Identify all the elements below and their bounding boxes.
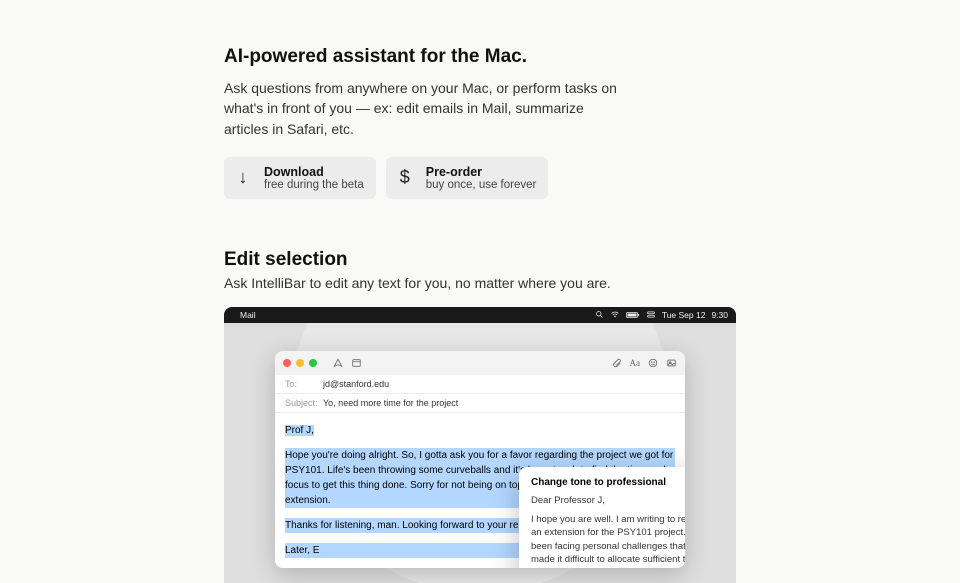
download-icon: ↓	[234, 167, 252, 188]
preorder-title: Pre-order	[426, 165, 537, 179]
zoom-traffic-icon[interactable]	[309, 359, 317, 367]
menubar-app-name: Mail	[240, 310, 256, 320]
format-icon[interactable]: Aa	[630, 358, 641, 368]
mail-body-p1: Prof J,	[285, 425, 314, 436]
send-icon[interactable]	[333, 358, 343, 368]
close-traffic-icon[interactable]	[283, 359, 291, 367]
popup-body: Dear Professor J, I hope you are well. I…	[531, 494, 685, 568]
minimize-traffic-icon[interactable]	[296, 359, 304, 367]
section-title: Edit selection	[224, 249, 736, 271]
mail-to-value: jd@stanford.edu	[323, 379, 389, 389]
mail-to-label: To:	[285, 379, 323, 389]
dollar-icon: $	[396, 167, 414, 188]
hero-description: Ask questions from anywhere on your Mac,…	[224, 78, 624, 139]
mail-subject-label: Subject:	[285, 398, 323, 408]
download-button[interactable]: ↓ Download free during the beta	[224, 157, 376, 199]
action-row: ↓ Download free during the beta $ Pre-or…	[224, 157, 736, 199]
download-title: Download	[264, 165, 364, 179]
menubar-date: Tue Sep 12	[662, 310, 706, 320]
wifi-icon	[610, 310, 620, 319]
mail-compose-window: Aa To: jd@stanford.edu Subject: Yo, need…	[275, 351, 685, 568]
preorder-button[interactable]: $ Pre-order buy once, use forever	[386, 157, 549, 199]
section-description: Ask IntelliBar to edit any text for you,…	[224, 275, 736, 291]
preorder-subtitle: buy once, use forever	[426, 179, 537, 191]
control-center-icon	[646, 310, 656, 319]
mail-toolbar: Aa	[275, 351, 685, 375]
search-icon	[595, 310, 604, 319]
demo-screenshot: Mail Tue Sep 12 9:30	[224, 307, 736, 583]
menubar-time: 9:30	[711, 310, 728, 320]
emoji-icon[interactable]	[648, 358, 658, 368]
photo-icon[interactable]	[666, 358, 677, 368]
popup-p1: Dear Professor J,	[531, 494, 685, 507]
hero-title: AI-powered assistant for the Mac.	[224, 46, 736, 68]
attachment-icon[interactable]	[612, 358, 622, 368]
mac-menubar: Mail Tue Sep 12 9:30	[224, 307, 736, 323]
traffic-lights	[283, 359, 317, 367]
battery-icon	[626, 311, 640, 319]
header-fields-icon[interactable]	[351, 358, 362, 368]
mail-to-field[interactable]: To: jd@stanford.edu	[275, 375, 685, 394]
download-subtitle: free during the beta	[264, 179, 364, 191]
popup-p2: I hope you are well. I am writing to req…	[531, 513, 685, 568]
mail-subject-field[interactable]: Subject: Yo, need more time for the proj…	[275, 394, 685, 413]
mail-subject-value: Yo, need more time for the project	[323, 398, 458, 408]
popup-title: Change tone to professional	[531, 477, 685, 488]
intellibar-popup[interactable]: Change tone to professional Dear Profess…	[519, 467, 685, 568]
